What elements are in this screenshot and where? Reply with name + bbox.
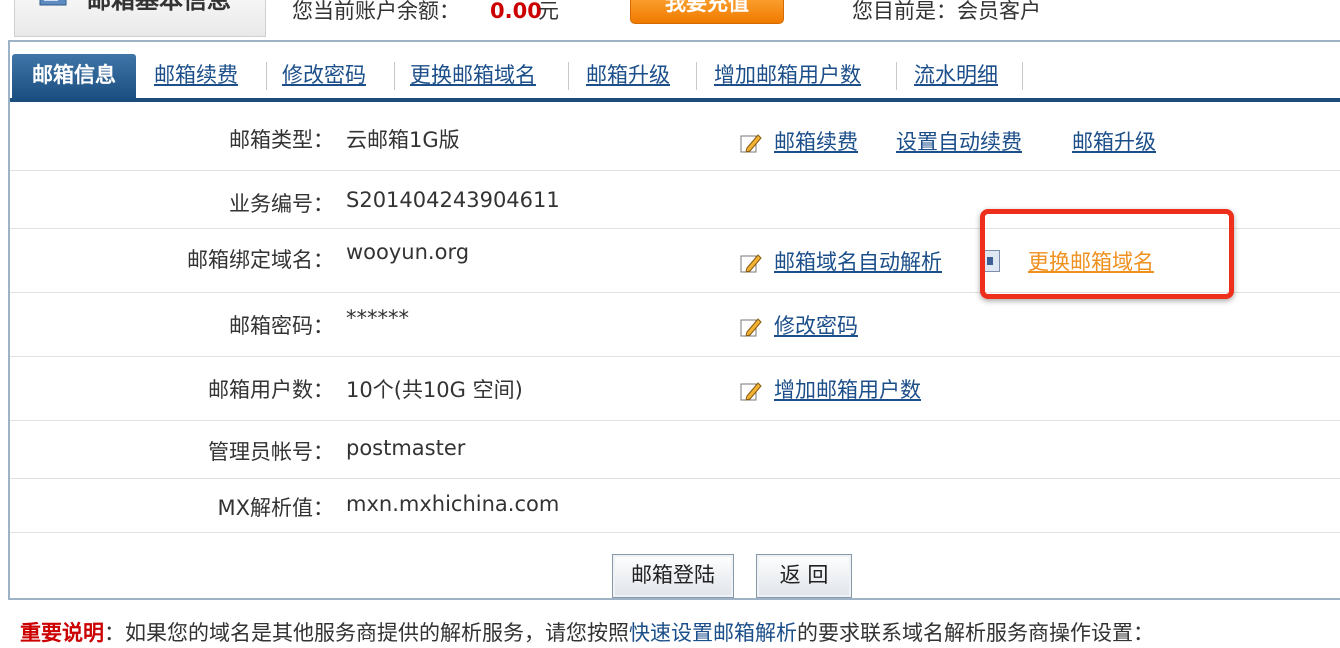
- edit-icon: [740, 134, 762, 153]
- tab-divider: [568, 62, 569, 90]
- tab-bar: 邮箱信息 邮箱续费 修改密码 更换邮箱域名 邮箱升级 增加邮箱用户数 流水明细: [10, 42, 1340, 102]
- add-users-link[interactable]: 增加邮箱用户数: [774, 374, 921, 404]
- tab-renew[interactable]: 邮箱续费: [154, 54, 238, 98]
- upgrade-link[interactable]: 邮箱升级: [1072, 126, 1156, 156]
- top-bar: 邮箱基本信息 您当前账户余额： 0.00 元 我要充值 您目前是：会员客户: [0, 0, 1340, 38]
- tab-transactions[interactable]: 流水明细: [914, 54, 998, 98]
- quick-setup-link[interactable]: 快速设置邮箱解析: [629, 621, 797, 645]
- recharge-button[interactable]: 我要充值: [630, 0, 784, 24]
- row-label: 业务编号：: [229, 192, 334, 216]
- highlight-annotation: [980, 209, 1234, 299]
- row-label: 管理员帐号：: [208, 440, 334, 464]
- row-value: S201404243904611: [346, 188, 560, 212]
- tab-add-users[interactable]: 增加邮箱用户数: [714, 54, 861, 98]
- row-label: 邮箱用户数：: [208, 378, 334, 402]
- auto-renew-link[interactable]: 设置自动续费: [896, 126, 1022, 156]
- tab-change-password[interactable]: 修改密码: [282, 54, 366, 98]
- tab-change-domain[interactable]: 更换邮箱域名: [410, 54, 536, 98]
- mailbox-icon: [39, 0, 67, 6]
- balance-unit: 元: [538, 0, 559, 23]
- edit-icon: [740, 382, 762, 401]
- row-admin-account: 管理员帐号： postmaster: [10, 420, 1340, 479]
- row-label: 邮箱绑定域名：: [187, 248, 334, 272]
- page-title-box: 邮箱基本信息: [14, 0, 266, 37]
- row-mx-value: MX解析值： mxn.mxhichina.com: [10, 478, 1340, 533]
- tab-divider: [696, 62, 697, 90]
- tab-divider: [1022, 62, 1023, 90]
- mailbox-login-button[interactable]: 邮箱登陆: [612, 554, 734, 598]
- change-password-link[interactable]: 修改密码: [774, 310, 858, 340]
- row-value: wooyun.org: [346, 240, 470, 264]
- row-value: ******: [346, 306, 409, 330]
- row-label: MX解析值：: [217, 496, 334, 520]
- edit-icon: [740, 318, 762, 337]
- row-value: 10个(共10G 空间): [346, 378, 523, 402]
- edit-icon: [740, 254, 762, 273]
- tab-divider: [266, 62, 267, 90]
- domain-auto-resolve-link[interactable]: 邮箱域名自动解析: [774, 246, 942, 276]
- tab-divider: [394, 62, 395, 90]
- balance-amount: 0.00: [490, 0, 542, 23]
- balance-label: 您当前账户余额：: [292, 0, 460, 23]
- important-notice: 重要说明：如果您的域名是其他服务商提供的解析服务，请您按照快速设置邮箱解析的要求…: [20, 618, 1154, 648]
- member-status: 您目前是：会员客户: [852, 0, 1041, 23]
- row-password: 邮箱密码： ****** 修改密码: [10, 292, 1340, 357]
- back-button[interactable]: 返 回: [756, 554, 852, 598]
- tab-upgrade[interactable]: 邮箱升级: [586, 54, 670, 98]
- page-title: 邮箱基本信息: [87, 0, 231, 14]
- row-value: 云邮箱1G版: [346, 128, 460, 152]
- tab-divider: [896, 62, 897, 90]
- notice-text-end: 的要求联系域名解析服务商操作设置：: [797, 621, 1154, 645]
- renew-link[interactable]: 邮箱续费: [774, 126, 858, 156]
- row-value: mxn.mxhichina.com: [346, 492, 560, 516]
- tab-mailbox-info[interactable]: 邮箱信息: [12, 54, 136, 100]
- row-user-count: 邮箱用户数： 10个(共10G 空间) 增加邮箱用户数: [10, 356, 1340, 421]
- row-label: 邮箱密码：: [229, 314, 334, 338]
- mailbox-info-panel: 邮箱信息 邮箱续费 修改密码 更换邮箱域名 邮箱升级 增加邮箱用户数 流水明细 …: [8, 40, 1340, 600]
- row-mailbox-type: 邮箱类型： 云邮箱1G版 邮箱续费 设置自动续费 邮箱升级: [10, 106, 1340, 171]
- row-value: postmaster: [346, 436, 466, 460]
- notice-prefix: 重要说明: [20, 621, 104, 645]
- notice-text: ：如果您的域名是其他服务商提供的解析服务，请您按照: [104, 621, 629, 645]
- row-label: 邮箱类型：: [229, 128, 334, 152]
